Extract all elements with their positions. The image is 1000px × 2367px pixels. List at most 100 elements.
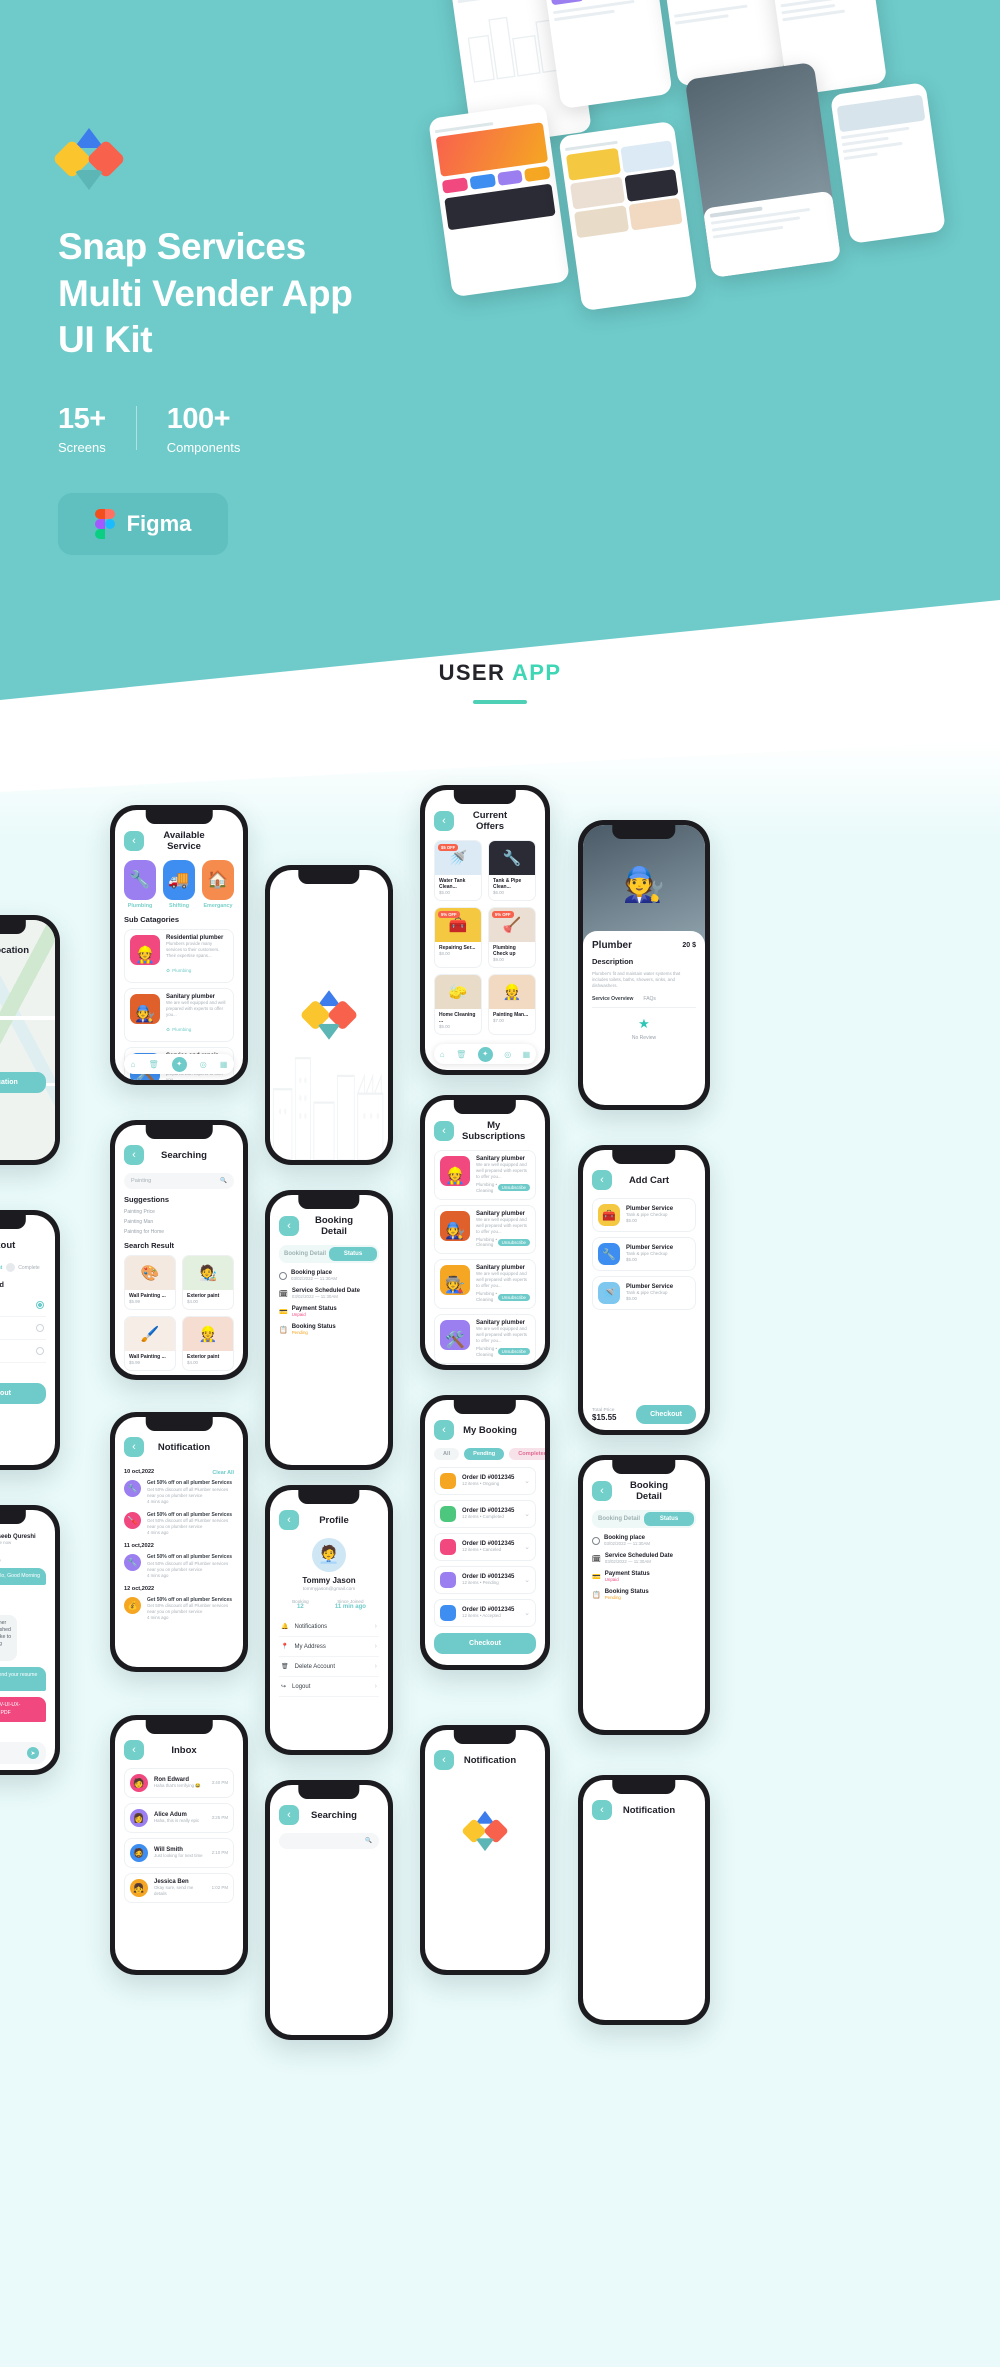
- checkout-button[interactable]: Checkout: [0, 1383, 46, 1404]
- chevron-down-icon[interactable]: ⌄: [524, 1510, 530, 1518]
- subscription-row[interactable]: 🧑‍🏭 Sanitary plumber We are well equippe…: [434, 1259, 536, 1310]
- chip-pending[interactable]: Pending: [464, 1448, 505, 1460]
- tab-grid-icon[interactable]: ▦: [220, 1060, 228, 1069]
- search-input[interactable]: 🔍: [279, 1833, 379, 1849]
- chevron-down-icon[interactable]: ⌄: [524, 1543, 530, 1551]
- offer-card[interactable]: 👷 Painting Man... $7.00: [488, 973, 536, 1035]
- back-button[interactable]: ‹: [592, 1170, 612, 1190]
- tab-booking-detail[interactable]: Booking Detail: [281, 1247, 329, 1261]
- tab-status[interactable]: Status: [329, 1247, 377, 1261]
- notification-item[interactable]: 🪛 Get 50% off on all plumber Services Ge…: [124, 1511, 234, 1537]
- order-row[interactable]: Order ID #0012345 12 items • Canceled ⌄: [434, 1533, 536, 1561]
- back-button[interactable]: ‹: [124, 1740, 144, 1760]
- message-input[interactable]: Message ➤: [0, 1742, 46, 1764]
- cart-row[interactable]: 🧰 Plumber Service Tank & pipe Checkup $5…: [592, 1198, 696, 1232]
- offer-card[interactable]: 🚿 $5 OFF Water Tank Clean... $5.00: [434, 840, 482, 901]
- order-row[interactable]: Order ID #0012345 12 items • Completed ⌄: [434, 1500, 536, 1528]
- back-button[interactable]: ‹: [592, 1481, 612, 1501]
- back-button[interactable]: ‹: [434, 1750, 454, 1770]
- back-button[interactable]: ‹: [434, 1121, 454, 1141]
- tab-booking-detail[interactable]: Booking Detail: [594, 1512, 644, 1526]
- bottom-tab-bar[interactable]: ⌂ 🗑 ✦ ◎ ▦: [434, 1044, 536, 1064]
- back-button[interactable]: ‹: [279, 1216, 299, 1236]
- figma-button[interactable]: Figma: [58, 492, 228, 555]
- bottom-tab-bar[interactable]: ⌂ 🗑 ✦ ◎ ▦: [124, 1054, 234, 1074]
- suggestion-item[interactable]: Painting Man: [124, 1219, 234, 1226]
- offer-card[interactable]: 🔧 Tank & Pipe Clean... $6.00: [488, 840, 536, 901]
- clear-all-button[interactable]: Clear All: [212, 1470, 234, 1476]
- inbox-row[interactable]: 👧 Jessica Ben Okay sure, send me details…: [124, 1873, 234, 1903]
- menu-item-logout[interactable]: ↪ Logout ›: [279, 1677, 379, 1697]
- result-card[interactable]: 👷 Exterior paint $4.00: [182, 1316, 234, 1372]
- back-button[interactable]: ‹: [124, 831, 144, 851]
- result-card[interactable]: 🎨 Wall Painting ... $5.99: [124, 1255, 176, 1311]
- tab-home-icon[interactable]: ⌂: [440, 1050, 445, 1059]
- notification-item[interactable]: 🔧 Get 50% off on all plumber Services Ge…: [124, 1480, 234, 1505]
- subscription-row[interactable]: 🛠️ Sanitary plumber We are well equipped…: [434, 1314, 536, 1364]
- tab-service-overview[interactable]: Service Overview: [592, 996, 633, 1003]
- unsubscribe-button[interactable]: Unsubscribe: [497, 1238, 530, 1246]
- order-row[interactable]: Order ID #0012345 12 items • Pending ⌄: [434, 1566, 536, 1594]
- category-emergancy[interactable]: 🏠 Emergancy: [202, 860, 234, 909]
- tab-active-icon[interactable]: ✦: [171, 1056, 187, 1072]
- search-input[interactable]: Painting 🔍: [124, 1173, 234, 1189]
- order-row[interactable]: Order ID #0012345 12 items • Ongoing ⌄: [434, 1467, 536, 1495]
- unsubscribe-button[interactable]: Unsubscribe: [497, 1184, 530, 1192]
- detail-tabs[interactable]: Booking Detail Status: [592, 1510, 696, 1528]
- radio-icon[interactable]: [36, 1347, 44, 1355]
- back-button[interactable]: ‹: [434, 811, 454, 831]
- back-button[interactable]: ‹: [124, 1437, 144, 1457]
- chevron-down-icon[interactable]: ⌄: [524, 1477, 530, 1485]
- inbox-row[interactable]: 🧔 Will Smith Just looking for next time …: [124, 1838, 234, 1868]
- payment-option-bank[interactable]: Bank Transfer: [0, 1340, 46, 1363]
- list-item[interactable]: 👷 Residential plumber Plumbers provide m…: [124, 929, 234, 983]
- back-button[interactable]: ‹: [124, 1145, 144, 1165]
- checkout-button[interactable]: Checkout: [636, 1405, 696, 1424]
- offer-card[interactable]: 🧰 5% OFF Repairing Ser... $8.00: [434, 906, 482, 968]
- inbox-row[interactable]: 🧑 Ron Edward Haha that's terrifying 😂 3:…: [124, 1768, 234, 1798]
- radio-icon[interactable]: [36, 1301, 44, 1309]
- chip-all[interactable]: All: [434, 1448, 460, 1460]
- notification-item[interactable]: 💰 Get 50% off on all plumber Services Ge…: [124, 1596, 234, 1622]
- inbox-row[interactable]: 👩 Alice Adum Haha, this is really epic 3…: [124, 1803, 234, 1833]
- result-card[interactable]: 🧑‍🎨 Exterior paint $4.00: [182, 1255, 234, 1311]
- subscription-row[interactable]: 👷 Sanitary plumber We are well equipped …: [434, 1150, 536, 1200]
- menu-item-notifications[interactable]: 🔔 Notifications ›: [279, 1617, 379, 1637]
- category-plumbing[interactable]: 🔧 Plumbing: [124, 860, 156, 909]
- tab-grid-icon[interactable]: ▦: [523, 1050, 531, 1059]
- chip-completed[interactable]: Completed: [509, 1448, 545, 1460]
- payment-option-cash[interactable]: Cash On Payment: [0, 1294, 46, 1317]
- tab-offer-icon[interactable]: ◎: [200, 1060, 207, 1069]
- list-item[interactable]: 🧑‍🔧 Sanitary plumber We are well equippe…: [124, 987, 234, 1042]
- detail-tabs[interactable]: Booking Detail Status: [279, 1245, 379, 1263]
- checkout-button[interactable]: Checkout: [434, 1633, 536, 1654]
- tab-offer-icon[interactable]: ◎: [504, 1050, 511, 1059]
- tab-bag-icon[interactable]: 🗑: [148, 1060, 158, 1069]
- tab-bag-icon[interactable]: 🗑: [456, 1050, 466, 1059]
- menu-item-delete-account[interactable]: 🗑 Delete Account ›: [279, 1657, 379, 1677]
- back-button[interactable]: ‹: [279, 1510, 299, 1530]
- unsubscribe-button[interactable]: Unsubscribe: [497, 1348, 530, 1356]
- offer-card[interactable]: 🧽 Home Cleaning ... $5.00: [434, 973, 482, 1035]
- cart-row[interactable]: 🚿 Plumber Service Tank & pipe Checkup $5…: [592, 1276, 696, 1310]
- suggestion-item[interactable]: Painting Price: [124, 1209, 234, 1216]
- menu-item-my-address[interactable]: 📍 My Address ›: [279, 1637, 379, 1657]
- tab-home-icon[interactable]: ⌂: [131, 1060, 136, 1069]
- chevron-down-icon[interactable]: ⌄: [524, 1609, 530, 1617]
- cart-row[interactable]: 🔧 Plumber Service Tank & pipe Checkup $5…: [592, 1237, 696, 1271]
- offer-card[interactable]: 🪠 5% OFF Plumbing Check up $9.00: [488, 906, 536, 968]
- send-icon[interactable]: ➤: [27, 1747, 39, 1759]
- unsubscribe-button[interactable]: Unsubscribe: [497, 1293, 530, 1301]
- radio-icon[interactable]: [36, 1324, 44, 1332]
- filter-chips[interactable]: All Pending Completed: [434, 1448, 545, 1460]
- back-button[interactable]: ‹: [592, 1800, 612, 1820]
- notification-item[interactable]: 🔧 Get 50% off on all plumber Services Ge…: [124, 1554, 234, 1579]
- order-row[interactable]: Order ID #0012345 12 items • Accepted ⌄: [434, 1599, 536, 1627]
- pick-location-button[interactable]: Pick Location: [0, 1071, 46, 1093]
- payment-option-paypal[interactable]: Pay With PayPal: [0, 1317, 46, 1340]
- back-button[interactable]: ‹: [279, 1805, 299, 1825]
- tab-status[interactable]: Status: [644, 1512, 694, 1526]
- result-card[interactable]: 🖌️ Wall Painting ... $5.99: [124, 1316, 176, 1372]
- chevron-down-icon[interactable]: ⌄: [524, 1576, 530, 1584]
- subscription-row[interactable]: 🧑‍🔧 Sanitary plumber We are well equippe…: [434, 1204, 536, 1255]
